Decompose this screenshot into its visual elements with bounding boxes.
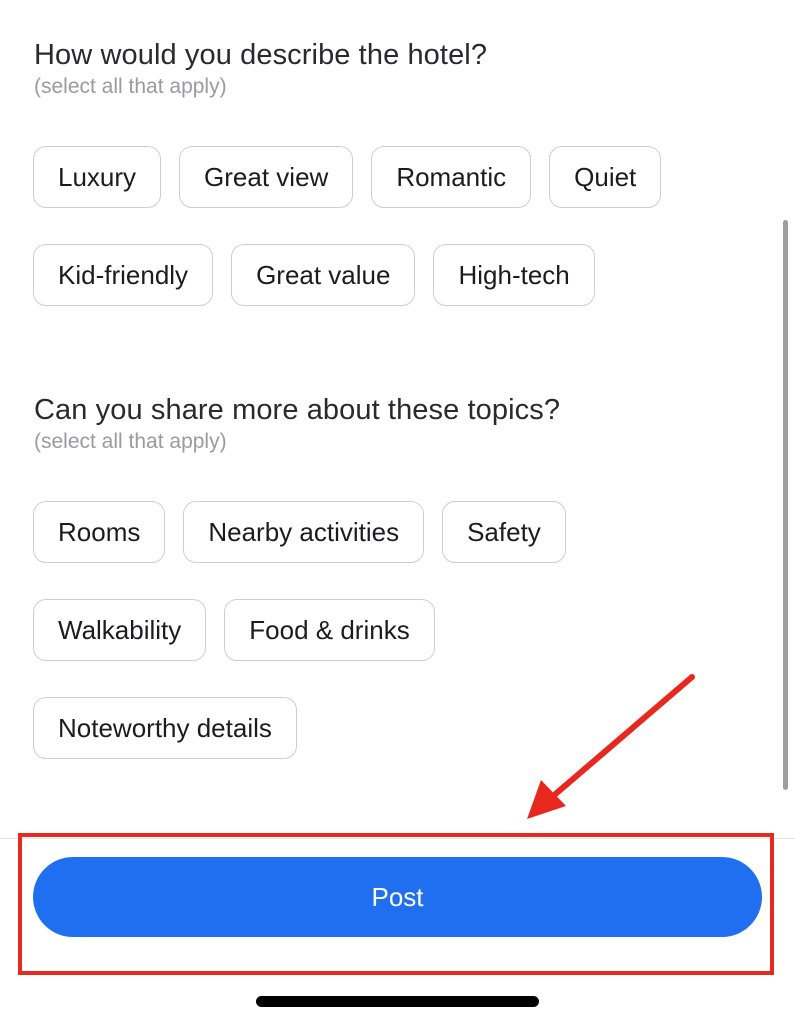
post-button[interactable]: Post: [33, 857, 762, 937]
chip-romantic[interactable]: Romantic: [371, 146, 532, 208]
chip-food-drinks[interactable]: Food & drinks: [224, 599, 435, 661]
chip-luxury[interactable]: Luxury: [33, 146, 162, 208]
chip-walkability[interactable]: Walkability: [33, 599, 207, 661]
chip-great-view[interactable]: Great view: [179, 146, 354, 208]
chip-nearby-activities[interactable]: Nearby activities: [183, 501, 425, 563]
chip-great-value[interactable]: Great value: [231, 244, 416, 306]
question-title: How would you describe the hotel?: [34, 39, 488, 71]
footer-divider: [0, 838, 795, 839]
chip-row: Kid-friendly Great value High-tech: [33, 244, 595, 306]
chip-kid-friendly[interactable]: Kid-friendly: [33, 244, 214, 306]
chip-row: Noteworthy details: [33, 697, 297, 759]
chip-row: Walkability Food & drinks: [33, 599, 435, 661]
chip-noteworthy-details[interactable]: Noteworthy details: [33, 697, 297, 759]
home-indicator: [256, 996, 539, 1007]
question-subtitle: (select all that apply): [34, 430, 227, 453]
question-title: Can you share more about these topics?: [34, 394, 561, 426]
chip-row: Luxury Great view Romantic Quiet: [33, 146, 662, 208]
question-subtitle: (select all that apply): [34, 75, 227, 98]
question-topics: Can you share more about these topics? (…: [34, 393, 735, 455]
chip-high-tech[interactable]: High-tech: [433, 244, 595, 306]
question-describe-hotel: How would you describe the hotel? (selec…: [34, 38, 735, 100]
chip-quiet[interactable]: Quiet: [549, 146, 662, 208]
scrollbar[interactable]: [783, 220, 788, 790]
chip-row: Rooms Nearby activities Safety: [33, 501, 566, 563]
chip-safety[interactable]: Safety: [442, 501, 566, 563]
chip-rooms[interactable]: Rooms: [33, 501, 166, 563]
